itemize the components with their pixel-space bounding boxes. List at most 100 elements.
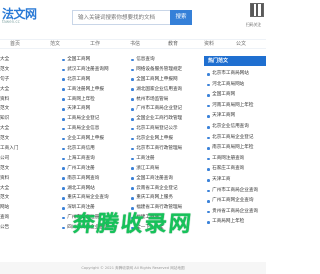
hot-articles-list: 北京市工商局网站 河北工商局网站 全国工商网 河南工商局网上年检 天津工商网 北… [204,69,258,228]
list-item[interactable]: 工商入门 [0,144,60,154]
search-input[interactable] [72,10,170,25]
bullet-icon [207,189,210,193]
list-item[interactable]: 北京市工商行政管理局 [131,144,201,154]
bullet-icon [62,78,65,82]
hot-item[interactable]: 广州市工商局企业查询 [204,186,258,197]
bullet-icon [131,147,134,151]
nav-item-work[interactable]: 工作 [90,40,100,49]
list-item[interactable]: 全国企业工商行政管理 [131,114,201,124]
watermark: 奔腾收录网 [71,212,195,237]
list-item[interactable]: 全国工商网 [62,55,126,65]
bullet-icon [62,137,65,141]
list-item[interactable]: 工商局企业信息 [62,124,126,134]
bullet-icon [62,147,65,151]
bullet-icon [131,58,134,62]
hot-item[interactable]: 河南工商局网上年检 [204,101,258,112]
hot-item[interactable]: 工商网注册查询 [204,154,258,165]
bullet-icon [62,197,65,200]
list-item[interactable]: 北京企业网上申报 [131,134,201,144]
hot-item[interactable]: 北京市工商局网站 [204,69,258,80]
bullet-icon [62,68,65,72]
hot-articles-title: 热门范文 [204,56,266,66]
list-item[interactable]: 大全 [0,124,60,134]
list-item[interactable]: 范文 [0,164,60,174]
list-item[interactable]: 范文 [0,104,60,114]
list-item[interactable]: 大全 [0,55,60,65]
bullet-icon [207,115,210,118]
hot-item[interactable]: 南京工商局网上年检 [204,143,258,154]
list-item[interactable]: 湖北工商网站 [62,184,126,194]
hot-item[interactable]: 河北工商局网站 [204,80,258,91]
nav-item-essays[interactable]: 范文 [50,40,60,49]
list-item[interactable]: 北京工商网 [62,75,126,85]
bullet-icon [207,157,210,161]
search-button[interactable]: 搜索 [170,10,192,25]
bullet-icon [62,88,65,91]
list-item[interactable]: 工商注册 [131,154,201,164]
list-item[interactable]: 重庆工商局企业查询 [62,193,126,203]
list-item[interactable]: 工商局企业登记 [62,114,126,124]
list-item[interactable]: 全国工商网上申报网 [131,75,201,85]
list-item[interactable]: 工商注册网上申报 [62,85,126,95]
list-item[interactable]: 工商网上年检 [62,95,126,105]
list-item[interactable]: 北京工商信用 [62,144,126,154]
bullet-icon [62,117,65,121]
bullet-icon [62,177,65,180]
nav-item-letters[interactable]: 书信 [130,40,140,49]
bullet-icon [207,147,210,150]
list-item[interactable]: 句子 [0,75,60,85]
nav-item-home[interactable]: 首页 [10,40,20,49]
nav-item-documents[interactable]: 公文 [236,40,246,49]
footer-copyright: Copyright © 2021 奔腾收录网 All Rights Reserv… [0,262,266,274]
bullet-icon [131,117,134,121]
list-item[interactable]: 大全 [0,184,60,194]
list-item[interactable]: 浙江工商局 [131,164,201,174]
bullet-icon [131,177,134,180]
logo-subtitle: fawen.cc [2,19,20,24]
bullet-icon [62,187,65,190]
list-item[interactable]: 范文 [0,65,60,75]
list-item[interactable]: 天津工商网 [62,104,126,114]
nav-item-education[interactable]: 教育 [168,40,178,49]
list-item[interactable]: 范文 [0,134,60,144]
list-item[interactable]: 广州工商注册 [62,164,126,174]
list-item[interactable]: 武汉工商注册查询网 [62,65,126,75]
nav-item-materials[interactable]: 资料 [204,40,214,49]
list-item[interactable]: 公司 [0,154,60,164]
bullet-icon [62,127,65,131]
list-item[interactable]: 南京工商网查询 [62,174,126,184]
bullet-icon [131,167,134,171]
bullet-icon [62,157,65,161]
bullet-icon [131,98,134,101]
hot-item[interactable]: 石家庄工商查询 [204,164,258,175]
list-item[interactable]: 湖北国家企业信用查询 [131,85,201,95]
hot-item[interactable]: 北京工商局企业登记 [204,133,258,144]
list-item[interactable]: 资料 [0,95,60,105]
hot-item[interactable]: 全国工商网 [204,90,258,101]
list-item[interactable]: 杭州市场监管局 [131,95,201,105]
hot-item[interactable]: 北京企业信用查询 [204,122,258,133]
list-item[interactable]: 知识 [0,114,60,124]
list-item[interactable]: 网络设备服务管理规定 [131,65,201,75]
bullet-icon [131,88,134,91]
bullet-icon [131,197,134,200]
site-logo[interactable]: 法文网 fawen.cc [0,5,52,25]
list-item[interactable]: 北京工商局登记公示 [131,124,201,134]
hot-item[interactable]: 天津工商 [204,175,258,186]
bullet-icon [131,78,134,82]
bullet-icon [131,137,134,141]
list-item[interactable]: 信息查询 [131,55,201,65]
list-item[interactable]: 全国工商注册查询 [131,174,201,184]
header: 法文网 fawen.cc 搜索 扫码关注 [0,0,266,36]
list-item[interactable]: 范文 [0,193,60,203]
list-item[interactable]: 企业工商网上申报 [62,134,126,144]
bullet-icon [62,108,65,111]
list-item[interactable]: 云南省工商企业登记 [131,184,201,194]
list-item[interactable]: 重庆工商网上服务 [131,193,201,203]
hot-item[interactable]: 天津工商网 [204,111,258,122]
list-item[interactable]: 大全 [0,85,60,95]
list-item[interactable]: 广州市工商局企业登记 [131,104,201,114]
list-item[interactable]: 上海工商查询 [62,154,126,164]
list-item[interactable]: 资料 [0,174,60,184]
bullet-icon [62,98,65,101]
